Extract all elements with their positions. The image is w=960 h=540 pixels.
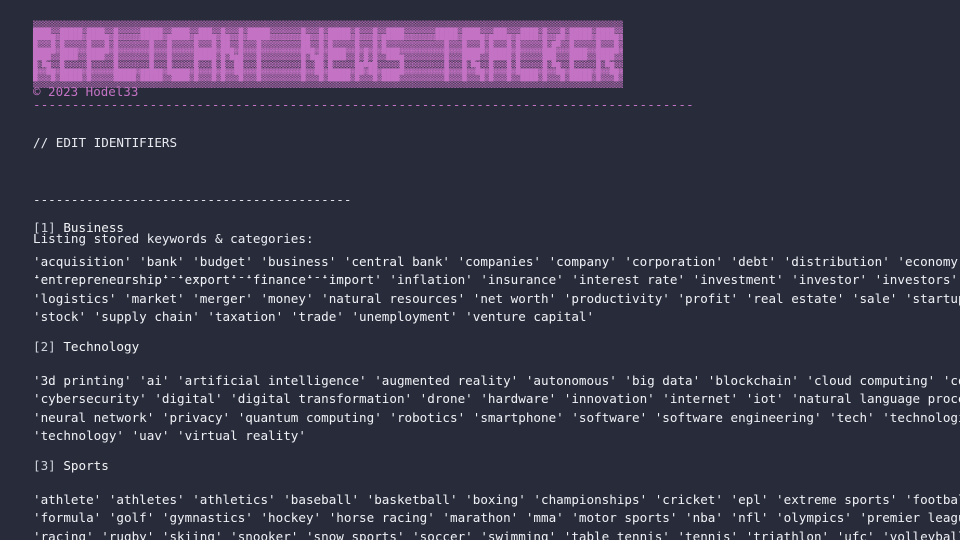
keyword-row: 'formula' 'golf' 'gymnastics' 'hockey' '… [33,510,960,526]
keyword-row: 'neural network' 'privacy' 'quantum comp… [33,409,960,425]
keyword-row: 'logistics' 'market' 'merger' 'money' 'n… [33,290,960,306]
category-name: Sports [55,458,109,473]
keyword-row: 'cybersecurity' 'digital' 'digital trans… [33,391,960,407]
terminal-window: ▒▒▒▒▒▒▒▒▒▒▒▒▒▒▒▒▒▒▒▒▒▒▒▒▒▒▒▒▒▒▒▒▒▒▒▒▒▒▒▒… [0,0,960,540]
header-divider: ----------------------------------------… [33,97,694,112]
keyword-row: 'acquisition' 'bank' 'budget' 'business'… [33,254,960,269]
category-header-sports: [3] Sports [33,457,109,475]
category-name: Technology [55,339,140,354]
keyword-list-technology: '3d printing' 'ai' 'artificial intellige… [33,372,960,445]
category-name: Business [55,220,124,235]
category-index: [2] [33,339,56,354]
category-index: [3] [33,458,56,473]
keyword-list-business: 'acquisition' 'bank' 'budget' 'business'… [33,253,960,326]
app-title-banner: ▒▒▒▒▒▒▒▒▒▒▒▒▒▒▒▒▒▒▒▒▒▒▒▒▒▒▒▒▒▒▒▒▒▒▒▒▒▒▒▒… [33,20,623,89]
command-label: // EDIT IDENTIFIERS [33,135,178,150]
keyword-row: 'racing' 'rugby' 'skiing' 'snooker' 'sno… [33,528,960,540]
category-header-business: [1] Business [33,219,124,237]
category-index: [1] [33,220,56,235]
keyword-row: '3d printing' 'ai' 'artificial intellige… [33,373,960,388]
keyword-row: 'technology' 'uav' 'virtual reality' [33,427,306,443]
keyword-list-sports: 'athlete' 'athletes' 'athletics' 'baseba… [33,491,960,540]
listing-rule-top: ----------------------------------------… [33,192,352,207]
keyword-row: 'entrepreneurship' 'export' 'finance' 'i… [33,272,960,288]
category-header-technology: [2] Technology [33,338,139,356]
keyword-row: 'stock' 'supply chain' 'taxation' 'trade… [33,308,595,324]
keyword-row: 'athlete' 'athletes' 'athletics' 'baseba… [33,492,960,507]
